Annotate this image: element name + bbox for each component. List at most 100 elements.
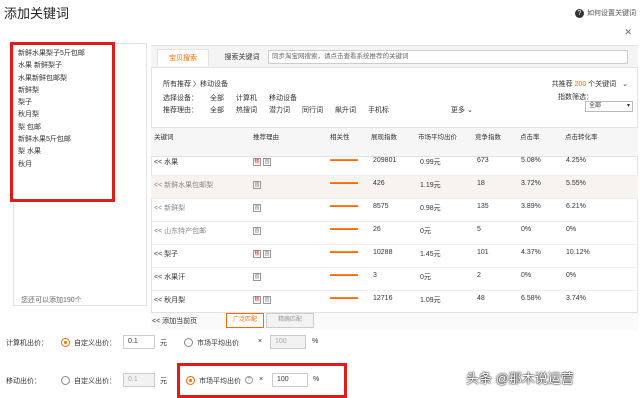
index-filter-select[interactable]: 全部 ▾ (585, 101, 633, 112)
competition-cell: 48 (477, 295, 485, 302)
pc-custom-input[interactable]: 0.1 (123, 335, 155, 349)
table-row[interactable] (151, 245, 638, 268)
table-footer (151, 312, 638, 330)
mobile-pct-input[interactable]: 100 (272, 373, 308, 387)
remaining-count: 您还可以添加190个 (21, 297, 82, 304)
keyword-item[interactable]: 水果 新鲜梨子 (18, 60, 112, 72)
help-label: 如何设置关键词 (587, 10, 636, 17)
col-market-bid[interactable]: 市场平均出价 (418, 131, 457, 141)
pc-pct-input[interactable]: 100 (270, 335, 306, 349)
col-relevance[interactable]: 相关性 (330, 131, 350, 141)
ctr-cell: 0% (521, 272, 532, 279)
keyword-item[interactable]: 新鲜梨 (18, 85, 112, 97)
keyword-cell[interactable]: << 秋月梨 (154, 295, 185, 305)
pc-market-radio[interactable] (184, 338, 193, 347)
competition-cell: 5 (477, 226, 481, 233)
device-filter: 选择设备： 全部 计算机 移动设备 (163, 93, 309, 103)
filter-device-all[interactable]: 全部 (210, 95, 224, 102)
mobile-custom-radio[interactable] (61, 376, 70, 385)
exact-match-button[interactable]: 精确匹配 (266, 313, 314, 328)
table-row[interactable] (151, 176, 638, 199)
filter-reason-all[interactable]: 全部 (210, 107, 224, 114)
ctr-cell: 6.58% (521, 295, 541, 302)
keyword-cell[interactable]: << 梨子 (154, 249, 178, 259)
percent-label: % (313, 376, 320, 383)
filter-reason-rising[interactable]: 飙升词 (335, 107, 356, 114)
keyword-cell[interactable]: << 山东特产包邮 (154, 226, 206, 236)
relevance-bar: ▬▬▬▬▬ (330, 226, 358, 232)
reason-filter: 推荐理由： 全部 热搜词 潜力词 同行词 飙升词 手机标 (163, 105, 401, 115)
market-bid-cell: 0元 (420, 274, 431, 281)
help-link[interactable]: ? 如何设置关键词 (575, 8, 636, 18)
table-row[interactable] (151, 222, 638, 245)
first-badge-icon: 首 (253, 204, 261, 212)
impression-cell: 26 (373, 226, 381, 233)
col-impression[interactable]: 展现指数 (371, 131, 397, 141)
hot-badge-icon: 热 (253, 296, 261, 304)
ctr-cell: 5.08% (521, 157, 541, 164)
cvr-cell: 6.21% (566, 203, 586, 210)
first-badge-icon: 首 (263, 296, 271, 304)
mobile-custom-input[interactable]: 0.1 (123, 373, 155, 387)
info-icon[interactable]: ? (245, 376, 253, 384)
table-row[interactable] (151, 268, 638, 291)
total-count: 200 (574, 81, 587, 88)
close-icon[interactable]: ✕ (624, 27, 632, 38)
first-badge-icon: 首 (253, 181, 261, 189)
keyword-item[interactable]: 水果新鲜包邮梨 (18, 73, 112, 85)
filter-reason-mobile[interactable]: 手机标 (368, 107, 389, 114)
impression-cell: 8575 (373, 203, 389, 210)
ctr-cell: 3.89% (521, 203, 541, 210)
keyword-cell[interactable]: << 水果 (154, 157, 178, 167)
market-bid-cell: 0元 (420, 228, 431, 235)
keyword-item[interactable]: 梨 包邮 (18, 122, 112, 134)
keyword-item[interactable]: 梨子 (18, 97, 112, 109)
relevance-bar: ▬▬▬▬▬ (330, 203, 358, 209)
filter-device-mobile[interactable]: 移动设备 (269, 95, 297, 102)
tab-item-search[interactable]: 宝贝搜索 (157, 49, 209, 66)
competition-cell: 673 (477, 157, 489, 164)
keyword-cell[interactable]: << 新鲜梨 (154, 203, 185, 213)
cvr-cell: 0% (566, 272, 577, 279)
reason-label: 推荐理由： (163, 107, 198, 114)
keyword-item[interactable]: 秋月梨 (18, 109, 112, 121)
keyword-cell[interactable]: << 水果汗 (154, 272, 185, 282)
keyword-item[interactable]: 新鲜水果5斤包邮 (18, 134, 112, 146)
broad-match-button[interactable]: 广泛匹配 (226, 313, 264, 328)
selected-keywords-list: 新鲜水果梨子5斤包邮 水果 新鲜梨子 水果新鲜包邮梨 新鲜梨 梨子 秋月梨 梨 … (10, 42, 115, 202)
col-ctr[interactable]: 点击率 (520, 131, 540, 141)
mobile-custom-label: 自定义出价： (74, 378, 116, 385)
first-badge-icon: 首 (263, 158, 271, 166)
table-row[interactable] (151, 291, 638, 314)
keyword-item[interactable]: 秋月 (18, 159, 112, 171)
keyword-item[interactable]: 新鲜水果梨子5斤包邮 (18, 48, 112, 60)
times-label: × (258, 338, 263, 345)
relevance-bar: ▬▬▬▬▬ (330, 180, 358, 186)
pc-market-label: 市场平均出价 (197, 340, 239, 347)
page-title: 添加关键词 (4, 6, 70, 21)
filter-reason-peer[interactable]: 同行词 (302, 107, 323, 114)
relevance-bar: ▬▬▬▬▬ (330, 295, 358, 301)
hot-badge-icon: 热 (253, 158, 261, 166)
ctr-cell: 0% (521, 226, 532, 233)
tab-keyword-search[interactable]: 搜索关键词 (214, 49, 270, 66)
filter-device-pc[interactable]: 计算机 (236, 95, 257, 102)
chevron-down-icon[interactable]: ⌄ (622, 81, 628, 88)
col-cvr[interactable]: 点击转化率 (565, 131, 598, 141)
pc-custom-radio[interactable] (61, 338, 70, 347)
device-label: 选择设备： (163, 95, 198, 102)
filter-reason-potential[interactable]: 潜力词 (269, 107, 290, 114)
keyword-item[interactable]: 梨 水果 (18, 146, 112, 158)
search-input[interactable]: 同步淘宝网搜索，请点击查看系统推荐的关键词 (268, 50, 628, 64)
mobile-market-radio[interactable] (186, 376, 195, 385)
help-icon: ? (575, 8, 584, 18)
impression-cell: 10288 (373, 249, 393, 256)
filter-reason-hot[interactable]: 热搜词 (236, 107, 257, 114)
more-filters[interactable]: 更多 ⌄ (451, 105, 473, 115)
add-page-button[interactable]: << 添加当前页 (152, 316, 197, 326)
competition-cell: 101 (477, 249, 489, 256)
chevron-down-icon: ⌄ (466, 107, 473, 114)
table-row[interactable] (151, 199, 638, 222)
keyword-cell[interactable]: << 新鲜水果包邮梨 (154, 180, 213, 190)
col-competition[interactable]: 竞争指数 (475, 131, 501, 141)
